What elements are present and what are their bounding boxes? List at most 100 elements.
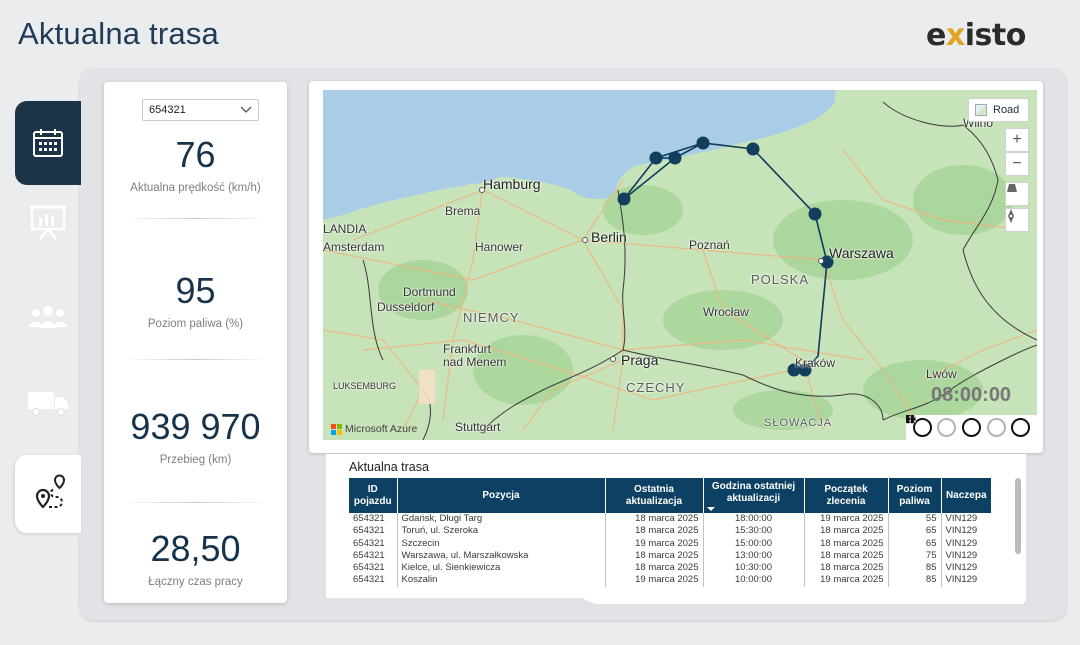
table-cell: VIN129: [945, 513, 978, 524]
col-header-order-start[interactable]: Początek zlecenia: [804, 478, 889, 513]
route-table: ID pojazdu Pozycja Ostatnia aktualizacja…: [349, 478, 991, 587]
fuel-label: Poziom paliwa (%): [147, 318, 244, 330]
presentation-chart-icon: [30, 205, 66, 240]
zoom-in-button[interactable]: +: [1005, 128, 1029, 152]
microsoft-logo-icon: [331, 423, 342, 435]
table-cell: 85: [888, 562, 942, 575]
table-row[interactable]: 654321 Gdańsk, Długi Targ 18 marca 2025 18:…: [349, 513, 991, 526]
table-row[interactable]: 654321 Warszawa, ul. Marszałkowska 18 marc…: [349, 549, 991, 563]
nav-calendar-button[interactable]: [15, 101, 81, 185]
compass-icon: [1008, 209, 1014, 223]
playback-time: 08:00:00: [931, 384, 1012, 406]
map-label-polska: POLSKA: [751, 272, 810, 287]
table-cell: 18 marca 2025: [804, 537, 889, 550]
map-label-krakow: Kraków: [795, 356, 836, 370]
table-cell: VIN129: [945, 525, 978, 537]
table-cell: Gdańsk, Długi Targ: [397, 513, 606, 526]
map-label-czechy: CZECHY: [626, 380, 686, 395]
vehicle-select[interactable]: 654321: [142, 99, 259, 121]
route-map[interactable]: Hamburg Brema Amsterdam LANDIA Hanower B…: [323, 90, 1037, 440]
table-cell: 18 marca 2025: [804, 549, 889, 563]
mileage-label: Przebieg (km): [159, 454, 232, 466]
map-label-praga: Praga: [621, 352, 659, 368]
col-header-position[interactable]: Pozycja: [397, 478, 606, 513]
table-scrollbar[interactable]: [1015, 478, 1021, 554]
table-cell: 654321: [349, 574, 398, 587]
col-header-last-update[interactable]: Ostatnia aktualizacja: [605, 478, 704, 513]
worktime-value: 28,50: [150, 528, 241, 569]
table-cell: 18 marca 2025: [804, 562, 889, 575]
people-icon: [28, 306, 68, 328]
stop-button[interactable]: [906, 415, 981, 437]
pause-button[interactable]: [907, 415, 957, 437]
nav-route-button[interactable]: [15, 455, 81, 533]
map-label-lwow: Lwów: [926, 367, 957, 381]
nav-people-button[interactable]: [15, 282, 81, 352]
truck-icon: [28, 392, 68, 417]
rewind-button[interactable]: [906, 415, 1006, 437]
divider: [122, 218, 269, 219]
azure-attribution: Microsoft Azure: [331, 423, 417, 435]
map-label-hanower: Hanower: [475, 240, 524, 254]
table-row[interactable]: 654321 Toruń, ul. Szeroka 18 marca 2025 15:…: [349, 525, 991, 538]
chevron-down-icon: [240, 106, 252, 113]
nav-presentation-button[interactable]: [15, 186, 81, 256]
map-label-dusseldorf: Dusseldorf: [377, 300, 435, 314]
logo-part-2: isto: [964, 18, 1027, 53]
table-cell: 13:00:00: [703, 549, 805, 563]
kpi-mileage: 939 970 Przebieg (km): [104, 406, 287, 466]
table-cell: 10:00:00: [703, 574, 805, 587]
zoom-out-button[interactable]: −: [1005, 152, 1029, 176]
table-cell: 65: [888, 537, 942, 550]
table-cell: Warszawa, ul. Marszałkowska: [397, 549, 606, 563]
table-cell: VIN129: [945, 549, 978, 561]
table-cell: 10:30:00: [703, 562, 805, 575]
table-cell: 85: [888, 574, 942, 587]
map-label-luksemburg: LUKSEMBURG: [333, 381, 397, 391]
map-style-label: Road: [993, 104, 1020, 116]
table-title: Aktualna trasa: [349, 460, 429, 474]
table-cell: 18 marca 2025: [605, 525, 704, 538]
map-label-amsterdam: Amsterdam: [323, 240, 385, 254]
col-header-trailer[interactable]: Naczepa: [941, 478, 991, 513]
map-style-button[interactable]: Road: [968, 98, 1029, 122]
map-label-stuttgart: Stuttgart: [455, 420, 501, 434]
kpi-speed: 76 Aktualna prędkość (km/h): [104, 134, 287, 194]
table-cell: Kielce, ul. Sienkiewicza: [397, 562, 606, 575]
col-header-fuel[interactable]: Poziom paliwa: [888, 478, 942, 513]
divider: [122, 359, 269, 360]
fast-forward-button[interactable]: [906, 415, 1031, 437]
tilt-button[interactable]: [1005, 182, 1029, 206]
map-label-hamburg: Hamburg: [483, 176, 541, 192]
table-cell: 654321: [349, 562, 398, 575]
table-cell: 75: [888, 549, 942, 563]
table-cell: 654321: [349, 525, 398, 538]
compass-button[interactable]: [1005, 208, 1029, 232]
calendar-icon: [33, 129, 63, 157]
table-row[interactable]: 654321 Szczecin 19 marca 2025 15:00:00 18 ma…: [349, 537, 991, 550]
map-label-niemcy: NIEMCY: [463, 310, 520, 325]
table-cell: 15:30:00: [703, 525, 805, 538]
map-label-frankfurt-1: Frankfurt: [443, 342, 492, 356]
mileage-value: 939 970: [130, 406, 261, 447]
table-cell: 18 marca 2025: [804, 525, 889, 538]
map-label-wroclaw: Wrocław: [703, 305, 749, 319]
table-cell: 65: [888, 525, 942, 538]
table-row[interactable]: 654321 Koszalin 19 marca 2025 10:00:00 19 ma…: [349, 574, 991, 587]
tilt-icon: [1007, 184, 1017, 192]
sort-desc-icon: [706, 506, 715, 511]
kpi-fuel: 95 Poziom paliwa (%): [104, 270, 287, 330]
table-row[interactable]: 654321 Kielce, ul. Sienkiewicza 18 marca 2…: [349, 562, 991, 575]
kpi-worktime: 28,50 Łączny czas pracy: [104, 528, 287, 588]
col-header-last-update-time[interactable]: Godzina ostatniej aktualizacji: [703, 478, 805, 513]
map-card: Hamburg Brema Amsterdam LANDIA Hanower B…: [309, 81, 1043, 453]
map-label-berlin: Berlin: [591, 229, 627, 245]
table-cell: VIN129: [945, 562, 978, 574]
col-header-id[interactable]: ID pojazdu: [349, 478, 398, 513]
fuel-value: 95: [175, 270, 216, 311]
map-label-brema: Brema: [445, 204, 481, 218]
speed-label: Aktualna prędkość (km/h): [130, 182, 261, 194]
table-cell: 18 marca 2025: [605, 549, 704, 563]
nav-truck-button[interactable]: [15, 368, 81, 438]
city-dot-praga: [610, 356, 616, 362]
